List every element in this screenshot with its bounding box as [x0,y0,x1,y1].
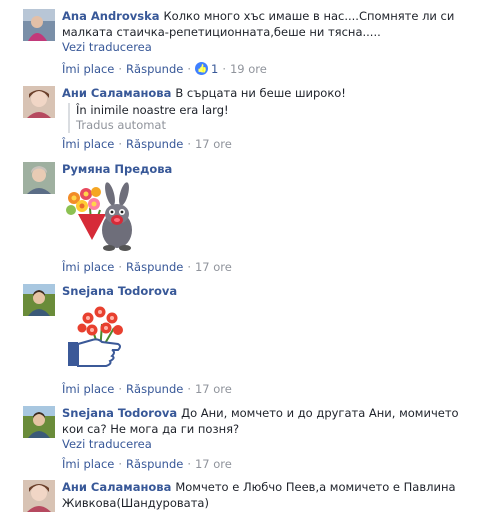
hand-with-flowers-sticker [62,304,134,375]
comment-time[interactable]: 17 ore [195,457,232,471]
avatar[interactable] [23,480,55,512]
comment: Snejana Todorova Îmi place · Răspunde · 17 o… [23,284,486,399]
like-link[interactable]: Îmi place [62,62,114,76]
comment: Ани Саламанова Момчето е Любчо Пеев,а мом… [23,480,486,513]
comment-text: В сърцата ни беше широко! [175,86,346,100]
avatar-photo-icon [23,9,55,41]
comment-time[interactable]: 17 ore [195,137,232,151]
comment-time[interactable]: 17 ore [195,260,232,274]
avatar-photo-icon [23,480,55,512]
comment-body: Ани Саламанова В сърцата ни беше широко! … [62,85,480,133]
reply-link[interactable]: Răspunde [126,260,183,274]
comment-body: Ани Саламанова Момчето е Любчо Пеев,а мом… [62,479,480,511]
like-reaction-icon [194,62,208,75]
comment: Ana Androvska Колко много хъс имаше в нас… [23,9,486,84]
comment: Румяна Предова Îmi place · Răspunde · 17… [23,162,486,277]
comment-actions: Îmi place · Răspunde · 17 ore [62,137,232,151]
avatar[interactable] [23,162,55,194]
comment-author[interactable]: Румяна Предова [62,162,172,176]
reply-link[interactable]: Răspunde [126,137,183,151]
like-link[interactable]: Îmi place [62,382,114,396]
avatar-photo-icon [23,162,55,194]
comment-actions: Îmi place · Răspunde · 17 ore [62,382,232,396]
avatar[interactable] [23,9,55,41]
comment-author[interactable]: Snejana Todorova [62,406,177,420]
auto-translation: În inimile noastre era larg! Tradus auto… [68,103,480,133]
reaction-count: 1 [210,62,219,76]
comment: Ани Саламанова В сърцата ни беше широко! … [23,86,486,152]
avatar-photo-icon [23,284,55,316]
bunny-with-flowers-sticker [62,180,142,259]
avatar[interactable] [23,284,55,316]
see-translation-link[interactable]: Vezi traducerea [62,40,480,55]
reaction-summary[interactable]: 1 [194,62,219,76]
like-link[interactable]: Îmi place [62,137,114,151]
avatar[interactable] [23,406,55,438]
avatar-photo-icon [23,406,55,438]
comment-time[interactable]: 19 ore [230,62,267,76]
comment-actions: Îmi place · Răspunde · 17 ore [62,457,232,471]
comment-body: Ana Androvska Колко много хъс имаше в нас… [62,8,480,55]
comment-body: Snejana Todorova До Ани, момчето и до дру… [62,405,480,452]
avatar-photo-icon [23,86,55,118]
comment-body: Румяна Предова [62,161,480,177]
comment-actions: Îmi place · Răspunde · 17 ore [62,260,232,274]
reply-link[interactable]: Răspunde [126,457,183,471]
hand-flowers-icon [68,306,123,367]
reply-link[interactable]: Răspunde [126,62,183,76]
like-link[interactable]: Îmi place [62,260,114,274]
comment-author[interactable]: Ани Саламанова [62,86,171,100]
comment-author[interactable]: Ани Саламанова [62,480,171,494]
translated-text: În inimile noastre era larg! [76,103,229,117]
comment-actions: Îmi place·Răspunde·1·19 ore [62,62,267,76]
comment-author[interactable]: Snejana Todorova [62,284,177,298]
avatar[interactable] [23,86,55,118]
reply-link[interactable]: Răspunde [126,382,183,396]
comment-author[interactable]: Ana Androvska [62,9,160,23]
see-translation-link[interactable]: Vezi traducerea [62,437,480,452]
auto-translated-label: Tradus automat [76,118,166,132]
comment-body: Snejana Todorova [62,283,480,299]
comment-time[interactable]: 17 ore [195,382,232,396]
bunny-flowers-icon [66,182,132,251]
like-link[interactable]: Îmi place [62,457,114,471]
comment: Snejana Todorova До Ани, момчето и до дру… [23,406,486,472]
